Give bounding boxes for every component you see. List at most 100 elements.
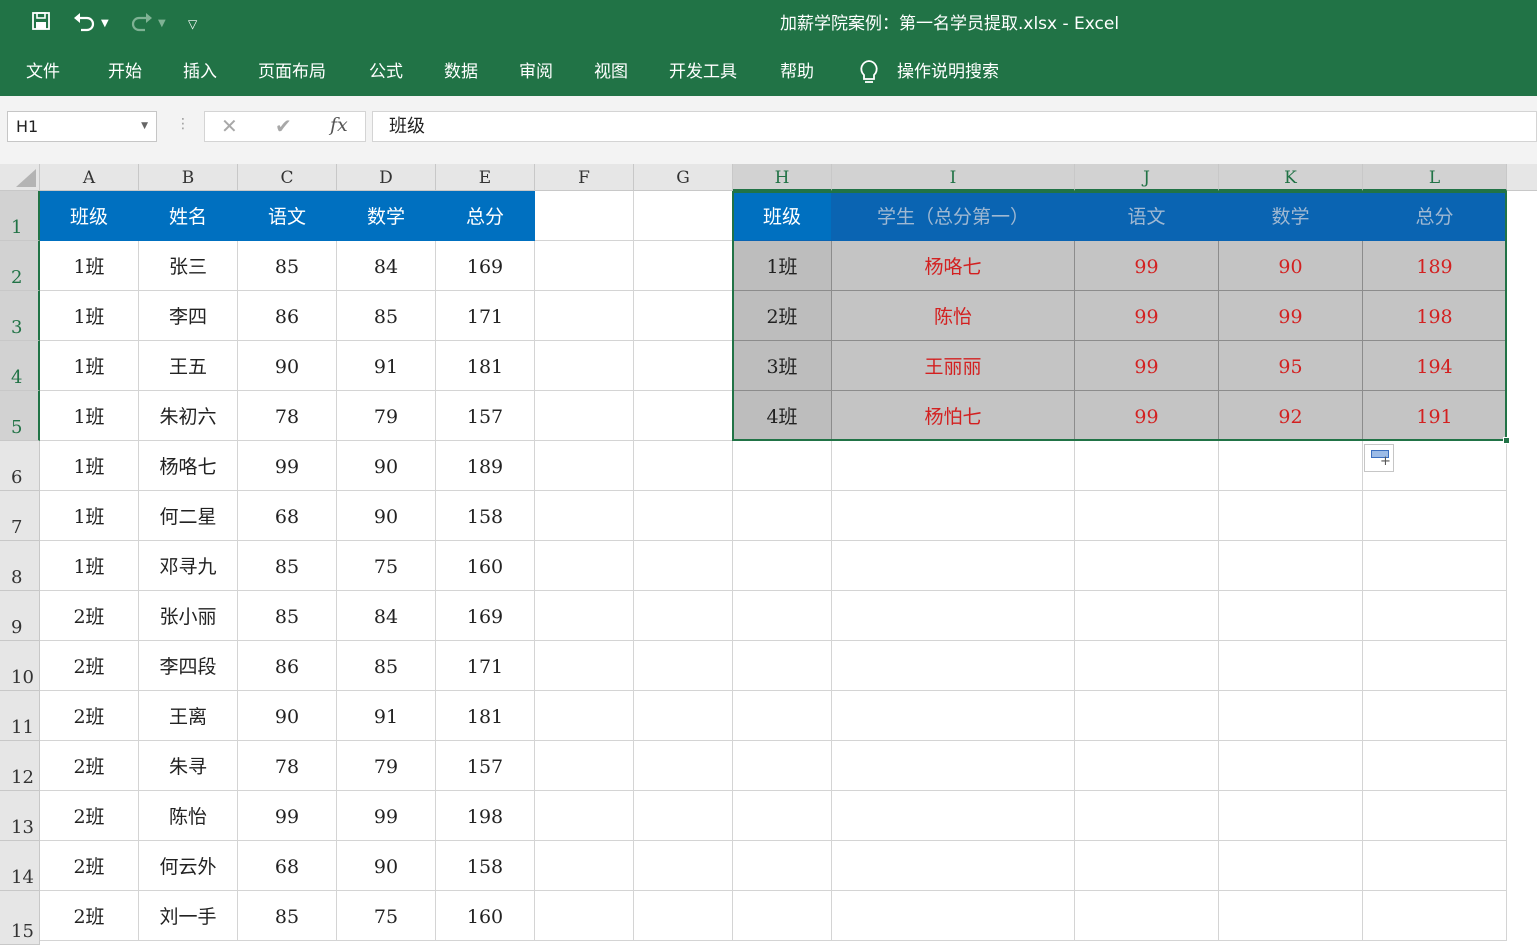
row-header-3[interactable]: 3 [0,291,40,341]
column-header-b[interactable]: B [139,164,238,191]
cell-f10[interactable] [535,641,634,691]
cell-d15[interactable]: 75 [337,891,436,941]
select-all-button[interactable] [0,164,40,191]
cell-k9[interactable] [1219,591,1363,641]
column-header-h[interactable]: H [733,164,832,191]
cell-d14[interactable]: 90 [337,841,436,891]
cell-f9[interactable] [535,591,634,641]
column-header-a[interactable]: A [40,164,139,191]
cell-g13[interactable] [634,791,733,841]
cell-b15[interactable]: 刘一手 [139,891,238,941]
cell-d3[interactable]: 85 [337,291,436,341]
cell-e1[interactable]: 总分 [436,191,535,241]
row-header-5[interactable]: 5 [0,391,40,441]
cell-b12[interactable]: 朱寻 [139,741,238,791]
cell-i13[interactable] [832,791,1075,841]
cell-i8[interactable] [832,541,1075,591]
cell-g5[interactable] [634,391,733,441]
cell-h3[interactable]: 2班 [733,291,832,341]
cell-g10[interactable] [634,641,733,691]
cell-k2[interactable]: 90 [1219,241,1363,291]
undo-icon[interactable] [72,10,106,41]
cell-e9[interactable]: 169 [436,591,535,641]
cell-e3[interactable]: 171 [436,291,535,341]
column-header-c[interactable]: C [238,164,337,191]
cell-i14[interactable] [832,841,1075,891]
column-header-j[interactable]: J [1075,164,1219,191]
cell-l12[interactable] [1363,741,1507,791]
cell-f6[interactable] [535,441,634,491]
redo-dropdown-icon[interactable]: ▼ [158,10,166,38]
cell-h1[interactable]: 班级 [733,191,832,241]
cell-a11[interactable]: 2班 [40,691,139,741]
cell-k4[interactable]: 95 [1219,341,1363,391]
cell-h2[interactable]: 1班 [733,241,832,291]
cell-j1[interactable]: 语文 [1075,191,1219,241]
cell-d5[interactable]: 79 [337,391,436,441]
cell-l3[interactable]: 198 [1363,291,1507,341]
cell-b2[interactable]: 张三 [139,241,238,291]
cell-d8[interactable]: 75 [337,541,436,591]
row-header-10[interactable]: 10 [0,641,40,691]
cell-a5[interactable]: 1班 [40,391,139,441]
column-header-e[interactable]: E [436,164,535,191]
row-header-7[interactable]: 7 [0,491,40,541]
cell-b14[interactable]: 何云外 [139,841,238,891]
undo-dropdown-icon[interactable]: ▼ [101,10,109,38]
row-header-8[interactable]: 8 [0,541,40,591]
cell-j7[interactable] [1075,491,1219,541]
quick-analysis-icon[interactable] [1364,444,1394,472]
cell-k14[interactable] [1219,841,1363,891]
cell-i12[interactable] [832,741,1075,791]
customize-qat-icon[interactable]: ▽ [188,10,197,38]
cell-j4[interactable]: 99 [1075,341,1219,391]
cell-g15[interactable] [634,891,733,941]
cell-c5[interactable]: 78 [238,391,337,441]
cell-b10[interactable]: 李四段 [139,641,238,691]
tab-view[interactable]: 视图 [594,60,628,84]
tab-data[interactable]: 数据 [444,60,478,84]
cell-d7[interactable]: 90 [337,491,436,541]
cell-i5[interactable]: 杨怕七 [832,391,1075,441]
cell-k6[interactable] [1219,441,1363,491]
cell-d1[interactable]: 数学 [337,191,436,241]
cell-i15[interactable] [832,891,1075,941]
cell-b6[interactable]: 杨咯七 [139,441,238,491]
tab-help[interactable]: 帮助 [780,60,814,84]
cell-e12[interactable]: 157 [436,741,535,791]
column-header-i[interactable]: I [832,164,1075,191]
column-header-f[interactable]: F [535,164,634,191]
cell-f13[interactable] [535,791,634,841]
cell-c12[interactable]: 78 [238,741,337,791]
row-header-1[interactable]: 1 [0,191,40,241]
cell-b4[interactable]: 王五 [139,341,238,391]
cell-g2[interactable] [634,241,733,291]
cell-e15[interactable]: 160 [436,891,535,941]
cell-d13[interactable]: 99 [337,791,436,841]
cell-d11[interactable]: 91 [337,691,436,741]
cell-c7[interactable]: 68 [238,491,337,541]
cell-c15[interactable]: 85 [238,891,337,941]
cell-a1[interactable]: 班级 [40,191,139,241]
cell-f15[interactable] [535,891,634,941]
cell-d2[interactable]: 84 [337,241,436,291]
cell-i10[interactable] [832,641,1075,691]
column-header-d[interactable]: D [337,164,436,191]
cell-g12[interactable] [634,741,733,791]
cell-e2[interactable]: 169 [436,241,535,291]
column-header-k[interactable]: K [1219,164,1363,191]
tab-file[interactable]: 文件 [26,60,60,84]
cell-l9[interactable] [1363,591,1507,641]
cell-a4[interactable]: 1班 [40,341,139,391]
cell-k3[interactable]: 99 [1219,291,1363,341]
cell-e6[interactable]: 189 [436,441,535,491]
cell-i1[interactable]: 学生（总分第一） [832,191,1075,241]
cell-l2[interactable]: 189 [1363,241,1507,291]
cancel-icon[interactable]: ✕ [221,114,238,138]
save-icon[interactable] [30,10,52,41]
cell-f2[interactable] [535,241,634,291]
cell-a7[interactable]: 1班 [40,491,139,541]
cell-f4[interactable] [535,341,634,391]
cell-l11[interactable] [1363,691,1507,741]
cell-j11[interactable] [1075,691,1219,741]
